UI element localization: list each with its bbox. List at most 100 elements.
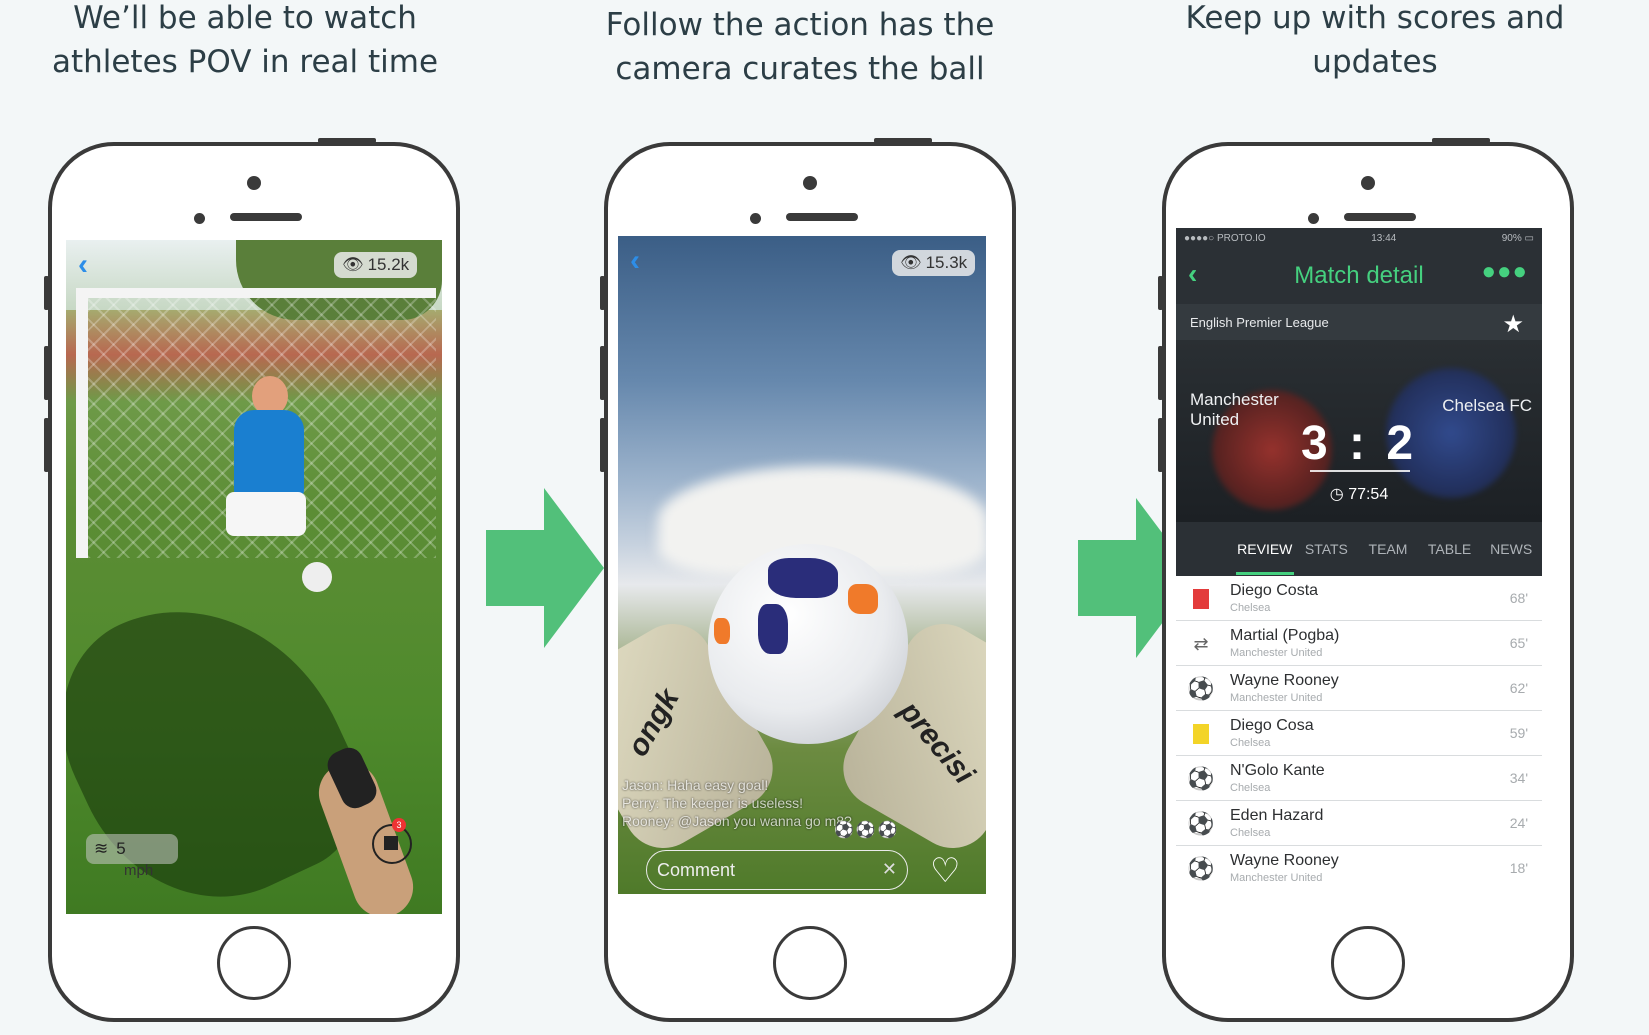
status-bar: ●●●●○ PROTO.IO 13:44 90% ▭ — [1176, 228, 1542, 248]
phone-pov: ‹ 👁 15.2k ≋ 5 mph 3 — [44, 138, 460, 1022]
home-button[interactable] — [773, 926, 847, 1000]
event-club: Chelsea — [1230, 827, 1271, 839]
volume-button — [44, 418, 49, 472]
viewer-count: 👁 15.3k — [892, 250, 976, 276]
camera-dot — [803, 176, 817, 190]
home-button[interactable] — [217, 926, 291, 1000]
nav-bar: ‹ Match detail ●●● — [1176, 248, 1542, 323]
speed-unit: mph — [124, 862, 154, 879]
away-team-name: Chelsea FC — [1442, 396, 1532, 415]
record-badge: 3 — [392, 818, 406, 832]
ball-icons: ⚽⚽⚽ — [834, 822, 900, 839]
event-player: Wayne Rooney — [1230, 852, 1339, 869]
volume-button — [44, 346, 49, 400]
speaker-slot — [786, 213, 858, 221]
chat-message: Rooney: @Jason you wanna go m8? — [622, 813, 852, 829]
ball-video-screen[interactable]: ongk precisi ‹ 👁 15.3k Jason: Haha easy … — [618, 236, 986, 894]
home-button[interactable] — [1331, 926, 1405, 1000]
star-icon[interactable]: ★ — [1502, 310, 1524, 339]
substitution-icon: ⇄ — [1193, 633, 1209, 654]
volume-button — [1158, 276, 1163, 310]
viewer-count-value: 15.2k — [367, 255, 410, 274]
arrow-right-icon — [486, 488, 604, 648]
ball — [302, 562, 332, 592]
league-name: English Premier League — [1190, 314, 1329, 330]
chat-message: Jason: Haha easy goal! — [622, 777, 769, 793]
status-time: 13:44 — [1371, 232, 1397, 244]
event-club: Chelsea — [1230, 782, 1271, 794]
event-minute: 59' — [1509, 725, 1528, 741]
volume-button — [600, 418, 605, 472]
record-icon — [384, 836, 398, 850]
clock-icon: ◷ — [1329, 486, 1344, 503]
goal-ball-icon: ⚽ — [1187, 856, 1215, 881]
event-club: Manchester United — [1230, 692, 1323, 704]
heading-right: Keep up with scores and updates — [1185, 0, 1565, 80]
goal-ball-icon: ⚽ — [1187, 676, 1215, 701]
event-club: Chelsea — [1230, 602, 1271, 614]
tab-review[interactable]: REVIEW — [1234, 541, 1296, 575]
camera-dot — [247, 176, 261, 190]
list-item[interactable]: ⇄ Martial (Pogba) Manchester United 65' — [1176, 621, 1542, 666]
power-button — [1432, 138, 1490, 143]
list-item[interactable]: ⚽ Wayne Rooney Manchester United 18' — [1176, 846, 1542, 888]
score: 3 : 2 — [1300, 417, 1418, 470]
more-dots-icon[interactable]: ●●● — [1482, 258, 1529, 286]
list-item[interactable]: Diego Cosa Chelsea 59' — [1176, 711, 1542, 756]
speaker-slot — [1344, 213, 1416, 221]
viewer-count-value: 15.3k — [925, 253, 968, 272]
event-player: Diego Costa — [1230, 582, 1319, 599]
chat-feed: Jason: Haha easy goal! Perry: The keeper… — [622, 776, 852, 830]
pov-video-screen[interactable]: ‹ 👁 15.2k ≋ 5 mph 3 — [66, 240, 442, 914]
speed-indicator: ≋ 5 — [86, 834, 178, 864]
speaker-slot — [230, 213, 302, 221]
viewer-count: 👁 15.2k — [334, 252, 418, 278]
runner-icon: ≋ — [94, 839, 109, 858]
event-minute: 62' — [1509, 680, 1528, 696]
heart-icon[interactable]: ♡ — [930, 854, 960, 888]
goal-ball-icon: ⚽ — [1187, 811, 1215, 836]
battery-level: 90% ▭ — [1501, 232, 1534, 244]
match-clock-value: 77:54 — [1348, 486, 1389, 503]
scoreboard: Manchester United Chelsea FC 3 : 2 ◷ 77:… — [1176, 340, 1542, 522]
list-item[interactable]: ⚽ Eden Hazard Chelsea 24' — [1176, 801, 1542, 846]
event-player: N'Golo Kante — [1230, 762, 1325, 779]
power-button — [874, 138, 932, 143]
list-item[interactable]: ⚽ N'Golo Kante Chelsea 34' — [1176, 756, 1542, 801]
event-minute: 18' — [1509, 860, 1528, 876]
event-player: Eden Hazard — [1230, 807, 1324, 824]
comment-input[interactable]: Comment ✕ — [646, 850, 908, 890]
event-player: Diego Cosa — [1230, 717, 1314, 734]
ball — [708, 544, 908, 744]
volume-button — [1158, 346, 1163, 400]
eye-icon: 👁 — [342, 255, 364, 274]
close-icon[interactable]: ✕ — [882, 859, 897, 880]
event-minute: 34' — [1509, 770, 1528, 786]
event-list: Diego Costa Chelsea 68' ⇄ Martial (Pogba… — [1176, 576, 1542, 888]
volume-button — [600, 276, 605, 310]
chevron-left-icon[interactable]: ‹ — [630, 244, 640, 278]
volume-button — [600, 346, 605, 400]
camera-dot — [1361, 176, 1375, 190]
tab-team[interactable]: TEAM — [1357, 541, 1419, 557]
list-item[interactable]: Diego Costa Chelsea 68' — [1176, 576, 1542, 621]
phone-match-detail: ●●●●○ PROTO.IO 13:44 90% ▭ ‹ Match detai… — [1158, 138, 1574, 1022]
power-button — [318, 138, 376, 143]
tab-news[interactable]: NEWS — [1480, 541, 1542, 557]
event-player: Wayne Rooney — [1230, 672, 1339, 689]
phone-ball-cam: ongk precisi ‹ 👁 15.3k Jason: Haha easy … — [600, 138, 1016, 1022]
sensor-dot — [194, 213, 205, 224]
yellow-card-icon — [1188, 721, 1214, 747]
event-club: Chelsea — [1230, 737, 1271, 749]
list-item[interactable]: ⚽ Wayne Rooney Manchester United 62' — [1176, 666, 1542, 711]
tab-table[interactable]: TABLE — [1419, 541, 1481, 557]
tab-stats[interactable]: STATS — [1296, 541, 1358, 557]
event-minute: 68' — [1509, 590, 1528, 606]
chat-message: Perry: The keeper is useless! — [622, 795, 804, 811]
event-minute: 65' — [1509, 635, 1528, 651]
heading-left: We’ll be able to watch athletes POV in r… — [51, 0, 439, 80]
chevron-left-icon[interactable]: ‹ — [78, 248, 88, 282]
comment-placeholder: Comment — [657, 859, 736, 880]
match-detail-screen: ●●●●○ PROTO.IO 13:44 90% ▭ ‹ Match detai… — [1176, 228, 1542, 888]
eye-icon: 👁 — [900, 253, 922, 272]
